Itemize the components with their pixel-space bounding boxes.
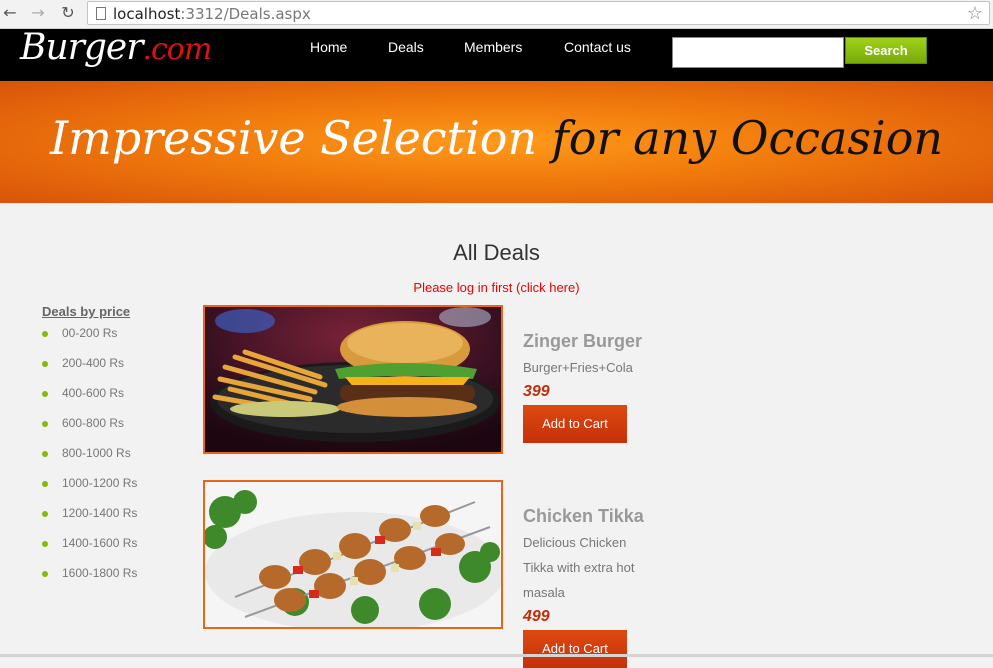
deal-image-burger[interactable] (203, 305, 503, 454)
nav-deals-link[interactable]: Deals (388, 39, 424, 55)
search-button[interactable]: Search (845, 37, 927, 64)
price-filter-item[interactable]: 400-600 Rs (42, 383, 137, 413)
deal-name[interactable]: Chicken Tikka (523, 506, 644, 527)
deal-description: Delicious Chicken Tikka with extra hot m… (523, 535, 635, 600)
banner-text-white: Impressive Selection (49, 111, 538, 165)
url-host: localhost (113, 5, 181, 23)
browser-toolbar: ← → ↻ localhost:3312/Deals.aspx ☆ (0, 0, 993, 29)
site-logo[interactable]: Burger.com (20, 27, 212, 68)
price-filter-label: 1600-1800 Rs (62, 566, 138, 580)
bookmark-star-icon[interactable]: ☆ (967, 3, 983, 24)
bullet-icon (42, 481, 48, 487)
add-to-cart-button[interactable]: Add to Cart (523, 630, 627, 668)
url-path: :3312/Deals.aspx (180, 5, 311, 23)
bullet-icon (42, 331, 48, 337)
bullet-icon (42, 571, 48, 577)
chicken-tikka-illustration (205, 482, 501, 627)
price-filter-label: 400-600 Rs (62, 386, 125, 400)
promo-banner: Impressive Selection for any Occasion (0, 81, 993, 203)
address-url[interactable]: localhost:3312/Deals.aspx (113, 5, 311, 23)
price-filter-label: 1000-1200 Rs (62, 476, 138, 490)
price-filter-item[interactable]: 1400-1600 Rs (42, 533, 137, 563)
page-title: All Deals (453, 240, 540, 265)
bullet-icon (42, 391, 48, 397)
price-filter-label: 1400-1600 Rs (62, 536, 138, 550)
back-arrow-icon[interactable]: ← (0, 3, 20, 23)
price-filter-item[interactable]: 200-400 Rs (42, 353, 137, 383)
banner-headline: Impressive Selection for any Occasion (0, 111, 993, 165)
logo-main-text: Burger (20, 27, 143, 68)
bullet-icon (42, 421, 48, 427)
burger-plate-illustration (205, 307, 501, 452)
bullet-icon (42, 361, 48, 367)
search-input[interactable] (672, 37, 844, 68)
price-filter-list: 00-200 Rs 200-400 Rs 400-600 Rs 600-800 … (42, 323, 137, 593)
nav-home-link[interactable]: Home (310, 39, 347, 55)
price-filter-label: 00-200 Rs (62, 326, 118, 340)
login-notice-link[interactable]: Please log in first (click here) (0, 280, 993, 295)
logo-suffix-text: .com (142, 32, 212, 67)
bullet-icon (42, 451, 48, 457)
deal-price: 499 (523, 608, 550, 625)
nav-contact-link[interactable]: Contact us (564, 39, 631, 55)
price-filter-item[interactable]: 1000-1200 Rs (42, 473, 137, 503)
price-filter-item[interactable]: 1600-1800 Rs (42, 563, 137, 593)
page-icon (96, 7, 106, 20)
bullet-icon (42, 511, 48, 517)
price-filter-item[interactable]: 600-800 Rs (42, 413, 137, 443)
price-filter-label: 1200-1400 Rs (62, 506, 138, 520)
price-filter-label: 800-1000 Rs (62, 446, 131, 460)
deal-price: 399 (523, 383, 550, 400)
sidebar-title[interactable]: Deals by price (42, 304, 130, 319)
price-filter-label: 200-400 Rs (62, 356, 125, 370)
banner-text-black: for any Occasion (551, 111, 944, 165)
price-filter-label: 600-800 Rs (62, 416, 125, 430)
deal-name[interactable]: Zinger Burger (523, 331, 642, 352)
forward-arrow-icon[interactable]: → (28, 3, 48, 23)
deal-description: Burger+Fries+Cola (523, 360, 633, 375)
site-header: Burger.com Home Deals Members Contact us… (0, 27, 993, 81)
price-filter-item[interactable]: 1200-1400 Rs (42, 503, 137, 533)
nav-members-link[interactable]: Members (464, 39, 522, 55)
price-filter-item[interactable]: 800-1000 Rs (42, 443, 137, 473)
deal-image-chicken-tikka[interactable] (203, 480, 503, 629)
address-bar[interactable]: localhost:3312/Deals.aspx ☆ (87, 1, 990, 25)
price-filter-item[interactable]: 00-200 Rs (42, 323, 137, 353)
bullet-icon (42, 541, 48, 547)
reload-icon[interactable]: ↻ (58, 3, 78, 23)
add-to-cart-button[interactable]: Add to Cart (523, 405, 627, 443)
